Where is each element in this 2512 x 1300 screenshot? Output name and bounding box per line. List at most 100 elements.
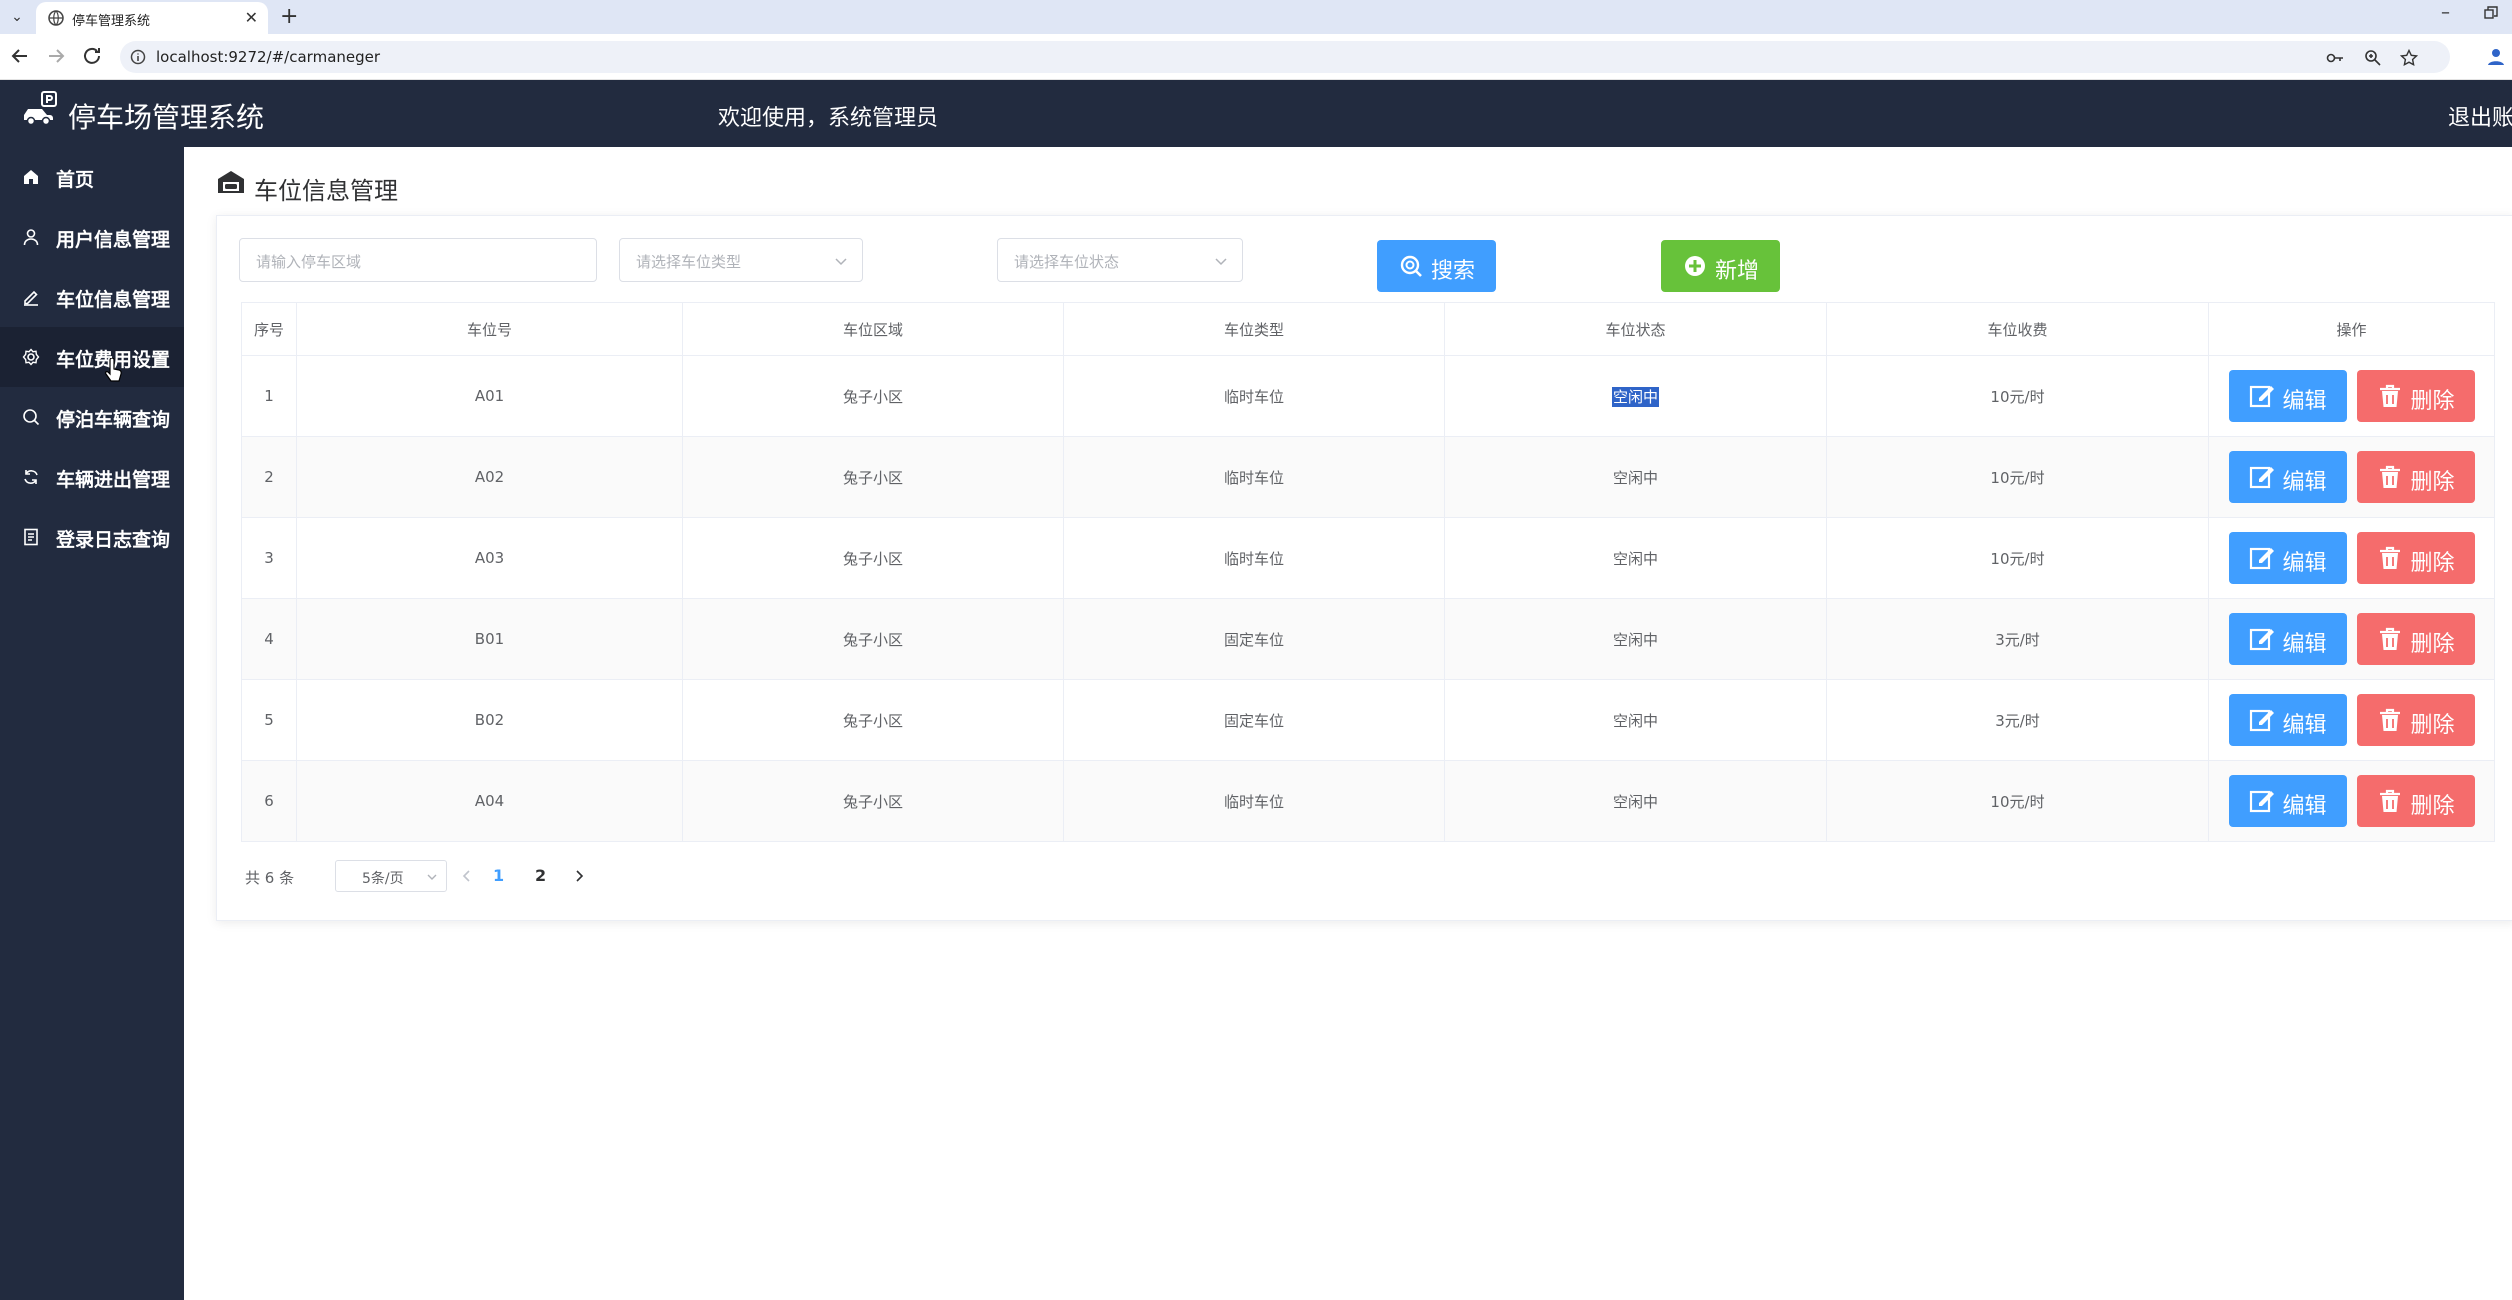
add-button[interactable]: 新增	[1661, 240, 1780, 292]
cell-type: 临时车位	[1063, 517, 1445, 599]
profile-icon[interactable]	[2484, 44, 2508, 68]
search-button[interactable]: 搜索	[1377, 240, 1496, 292]
password-key-icon[interactable]	[2326, 49, 2344, 67]
cell-actions: 编辑 删除	[2208, 598, 2495, 680]
sidebar-item-vehicle-in-out[interactable]: 车辆进出管理	[0, 447, 184, 507]
edit-button[interactable]: 编辑	[2228, 532, 2347, 584]
cell-type: 临时车位	[1063, 355, 1445, 437]
cell-fee: 10元/时	[1826, 355, 2209, 437]
cell-space-code: A04	[296, 760, 683, 842]
page-number[interactable]: 1	[493, 866, 504, 885]
edit-icon	[2249, 628, 2274, 651]
zoom-icon[interactable]	[2364, 49, 2382, 67]
bookmark-star-icon[interactable]	[2400, 49, 2418, 67]
forward-icon[interactable]	[44, 44, 68, 68]
url-box[interactable]: localhost:9272/#/carmaneger	[120, 41, 2450, 73]
add-button-label: 新增	[1715, 259, 1760, 284]
delete-button-label: 删除	[2410, 389, 2455, 414]
minimize-icon[interactable]: –	[2441, 2, 2450, 23]
edit-button[interactable]: 编辑	[2228, 451, 2347, 503]
sidebar-item-home[interactable]: 首页	[0, 147, 184, 207]
sidebar-item-label: 车辆进出管理	[56, 469, 171, 491]
next-page-icon[interactable]	[571, 868, 587, 884]
restore-window-icon[interactable]	[2484, 6, 2498, 20]
edit-icon	[2249, 385, 2274, 408]
cell-status: 空闲中	[1444, 436, 1827, 518]
sidebar-item-label: 登录日志查询	[56, 529, 171, 551]
back-icon[interactable]	[8, 44, 32, 68]
sidebar-item-parking-spaces[interactable]: 车位信息管理	[0, 267, 184, 327]
sidebar-item-label: 车位信息管理	[56, 289, 171, 311]
search-icon	[23, 409, 40, 426]
space-type-select[interactable]: 请选择车位类型	[619, 238, 863, 282]
browser-tab[interactable]: 停车管理系统 ✕	[36, 2, 268, 34]
table-row: 1 A01 兔子小区 临时车位 空闲中 10元/时 编辑 删除	[241, 355, 2495, 437]
space-type-placeholder: 请选择车位类型	[636, 253, 742, 271]
delete-button-label: 删除	[2410, 713, 2455, 738]
column-header: 序号	[241, 302, 297, 356]
sidebar-item-users[interactable]: 用户信息管理	[0, 207, 184, 267]
chevron-down-icon	[1215, 258, 1227, 266]
page-number[interactable]: 2	[535, 866, 546, 885]
column-header: 操作	[2208, 302, 2495, 356]
document-icon	[24, 528, 38, 546]
new-tab-icon[interactable]: +	[280, 4, 298, 29]
cell-status: 空闲中	[1444, 679, 1827, 761]
prev-page-icon[interactable]	[459, 868, 475, 884]
cell-status: 空闲中	[1444, 598, 1827, 680]
column-header: 车位类型	[1063, 302, 1445, 356]
space-status-select[interactable]: 请选择车位状态	[997, 238, 1243, 282]
globe-icon	[48, 10, 64, 26]
logout-link[interactable]: 退出账	[2448, 100, 2512, 132]
edit-button[interactable]: 编辑	[2228, 775, 2347, 827]
edit-button-label: 编辑	[2282, 794, 2327, 819]
delete-button[interactable]: 删除	[2356, 370, 2475, 422]
search-button-label: 搜索	[1431, 259, 1476, 284]
home-icon	[24, 170, 38, 184]
app-header: 停车场管理系统 欢迎使用，系统管理员 退出账	[0, 80, 2512, 147]
cell-actions: 编辑 删除	[2208, 436, 2495, 518]
page-size-select[interactable]: 5条/页	[335, 860, 447, 892]
status-text: 空闲中	[1612, 468, 1658, 487]
trash-icon	[2379, 384, 2400, 407]
cell-fee: 10元/时	[1826, 517, 2209, 599]
delete-button[interactable]: 删除	[2356, 613, 2475, 665]
table-row: 4 B01 兔子小区 固定车位 空闲中 3元/时 编辑 删除	[241, 598, 2495, 680]
chevron-down-icon	[835, 258, 847, 266]
sidebar-item-login-logs[interactable]: 登录日志查询	[0, 507, 184, 567]
edit-button[interactable]: 编辑	[2228, 370, 2347, 422]
cell-type: 固定车位	[1063, 679, 1445, 761]
delete-button[interactable]: 删除	[2356, 451, 2475, 503]
edit-button[interactable]: 编辑	[2228, 613, 2347, 665]
pagination-total: 共 6 条	[245, 869, 295, 887]
area-input[interactable]: 请输入停车区域	[239, 238, 597, 282]
edit-button[interactable]: 编辑	[2228, 694, 2347, 746]
cell-index: 5	[241, 679, 297, 761]
cell-area: 兔子小区	[682, 355, 1064, 437]
tab-search-chevron-icon[interactable]: ⌄	[6, 6, 28, 28]
edit-icon	[2249, 790, 2274, 813]
parking-car-icon	[24, 91, 57, 126]
table-header-row: 序号 车位号 车位区域 车位类型 车位状态 车位收费 操作	[241, 302, 2495, 356]
sidebar-item-label: 首页	[56, 169, 95, 191]
delete-button[interactable]: 删除	[2356, 694, 2475, 746]
trash-icon	[2379, 627, 2400, 650]
table-row: 6 A04 兔子小区 临时车位 空闲中 10元/时 编辑 删除	[241, 760, 2495, 842]
sidebar: 首页 用户信息管理 车位信息管理 车位费用设置 停泊车辆查询	[0, 147, 184, 1300]
sidebar-item-parked-vehicles[interactable]: 停泊车辆查询	[0, 387, 184, 447]
user-icon	[23, 229, 39, 246]
edit-button-label: 编辑	[2282, 551, 2327, 576]
tab-close-icon[interactable]: ✕	[245, 8, 258, 27]
delete-button[interactable]: 删除	[2356, 532, 2475, 584]
space-status-placeholder: 请选择车位状态	[1014, 253, 1120, 271]
cell-fee: 3元/时	[1826, 679, 2209, 761]
url-text[interactable]: localhost:9272/#/carmaneger	[156, 48, 380, 66]
cell-index: 6	[241, 760, 297, 842]
table-row: 5 B02 兔子小区 固定车位 空闲中 3元/时 编辑 删除	[241, 679, 2495, 761]
site-info-icon[interactable]	[130, 49, 146, 65]
delete-button[interactable]: 删除	[2356, 775, 2475, 827]
edit-button-label: 编辑	[2282, 470, 2327, 495]
edit-icon	[2249, 547, 2274, 570]
sidebar-item-fee-settings[interactable]: 车位费用设置	[0, 327, 184, 387]
reload-icon[interactable]	[80, 44, 104, 68]
